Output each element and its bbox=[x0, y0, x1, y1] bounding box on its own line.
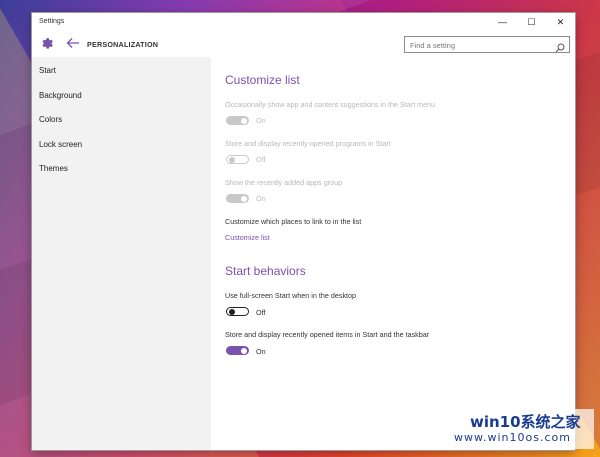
suggestions-toggle[interactable] bbox=[226, 116, 249, 125]
recent-programs-label: Store and display recently opened progra… bbox=[225, 139, 391, 148]
sidebar-item-background[interactable]: Background bbox=[39, 91, 82, 100]
recent-items-label: Store and display recently opened items … bbox=[225, 330, 430, 339]
full-screen-start-state: Off bbox=[256, 308, 266, 317]
gear-icon bbox=[40, 37, 54, 51]
recent-apps-toggle[interactable] bbox=[226, 194, 249, 203]
customize-list-link[interactable]: Customize list bbox=[225, 233, 270, 242]
toggle-knob bbox=[241, 117, 247, 124]
recent-items-state: On bbox=[256, 347, 266, 356]
watermark-url: www.win10os.com bbox=[454, 431, 571, 444]
toggle-knob bbox=[228, 156, 235, 163]
search-icon[interactable] bbox=[555, 40, 565, 53]
settings-window: Settings — ☐ ✕ PERSONALIZATION Find a se… bbox=[32, 13, 575, 450]
sidebar-item-start[interactable]: Start bbox=[39, 66, 56, 75]
places-label: Customize which places to link to in the… bbox=[225, 217, 362, 226]
window-controls: — ☐ ✕ bbox=[488, 13, 575, 31]
back-arrow-icon[interactable] bbox=[65, 35, 81, 51]
content-pane: Customize list Occasionally show app and… bbox=[211, 57, 575, 450]
close-button[interactable]: ✕ bbox=[546, 13, 575, 31]
suggestions-label: Occasionally show app and content sugges… bbox=[225, 100, 436, 109]
toggle-knob bbox=[228, 308, 235, 315]
maximize-button[interactable]: ☐ bbox=[517, 13, 546, 31]
start-behaviors-heading: Start behaviors bbox=[225, 264, 306, 278]
full-screen-start-label: Use full-screen Start when in the deskto… bbox=[225, 291, 357, 300]
minimize-button[interactable]: — bbox=[488, 13, 517, 31]
minimize-icon: — bbox=[498, 17, 507, 27]
watermark: win10系统之家 www.win10os.com bbox=[444, 409, 594, 449]
recent-apps-label: Show the recently added apps group bbox=[225, 178, 343, 187]
close-icon: ✕ bbox=[556, 16, 565, 27]
full-screen-start-toggle[interactable] bbox=[226, 307, 249, 316]
recent-programs-toggle[interactable] bbox=[226, 155, 249, 164]
toggle-knob bbox=[241, 347, 247, 354]
suggestions-state: On bbox=[256, 116, 266, 125]
sidebar-item-lock-screen[interactable]: Lock screen bbox=[39, 140, 82, 149]
page-title: PERSONALIZATION bbox=[87, 40, 159, 49]
customize-list-heading: Customize list bbox=[225, 73, 300, 87]
recent-programs-state: Off bbox=[256, 155, 266, 164]
recent-items-toggle[interactable] bbox=[226, 346, 249, 355]
sidebar-item-themes[interactable]: Themes bbox=[39, 164, 68, 173]
window-title: Settings bbox=[39, 18, 65, 25]
search-input[interactable] bbox=[410, 39, 550, 51]
sidebar-item-colors[interactable]: Colors bbox=[39, 115, 62, 124]
search-box[interactable] bbox=[404, 36, 570, 53]
recent-apps-state: On bbox=[256, 194, 266, 203]
sidebar: Start Background Colors Lock screen Them… bbox=[32, 57, 211, 450]
toggle-knob bbox=[241, 195, 247, 202]
title-bar[interactable]: Settings — ☐ ✕ bbox=[32, 13, 575, 31]
maximize-icon: ☐ bbox=[527, 16, 536, 27]
watermark-title: win10系统之家 bbox=[470, 413, 581, 431]
